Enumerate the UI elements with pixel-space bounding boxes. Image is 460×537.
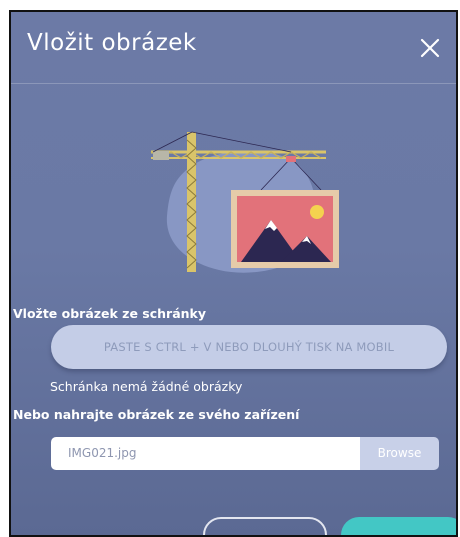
- close-icon[interactable]: [418, 36, 442, 60]
- crane-with-picture-illustration: [150, 131, 339, 273]
- file-name-field[interactable]: IMG021.jpg: [51, 437, 360, 470]
- screenshot-frame: Vložit obrázek Vložte obrázek ze schránk…: [9, 10, 458, 537]
- paste-field[interactable]: PASTE S CTRL + V NEBO DLOUHÝ TISK NA MOB…: [51, 325, 447, 369]
- sun-icon: [310, 205, 324, 219]
- header-divider: [11, 83, 456, 84]
- insert-button[interactable]: [341, 517, 456, 535]
- cancel-button[interactable]: [203, 517, 327, 535]
- dialog-title: Vložit obrázek: [27, 30, 197, 56]
- clipboard-label: Vložte obrázek ze schránky: [13, 306, 206, 321]
- upload-label: Nebo nahrajte obrázek ze svého zařízení: [13, 407, 300, 422]
- browse-button[interactable]: Browse: [360, 437, 439, 470]
- clipboard-empty-message: Schránka nemá žádné obrázky: [50, 379, 243, 394]
- insert-image-dialog: Vložit obrázek Vložte obrázek ze schránk…: [11, 12, 456, 535]
